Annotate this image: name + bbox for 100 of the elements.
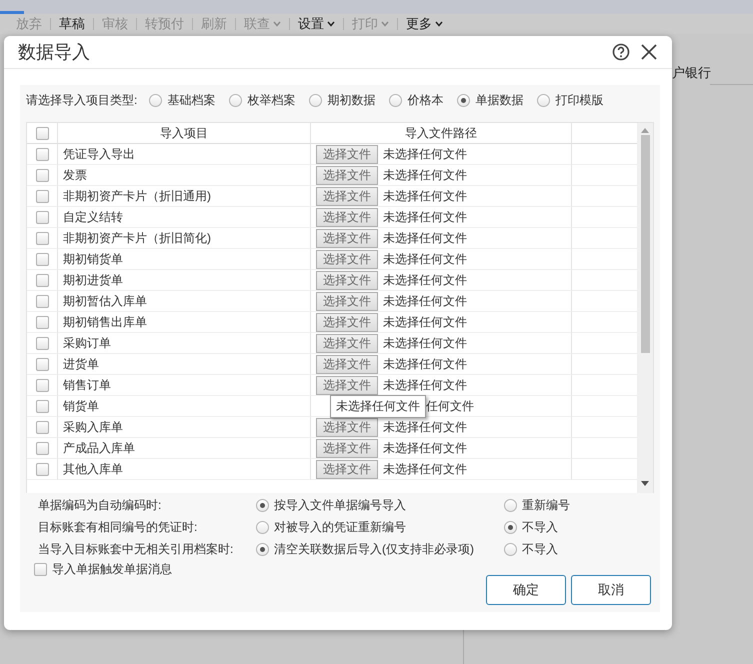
file-status: 未选择任何文件: [383, 272, 467, 288]
caret-icon: [435, 21, 443, 27]
choose-file-button[interactable]: 选择文件: [316, 376, 378, 394]
radio-button[interactable]: [504, 521, 517, 534]
choose-file-button[interactable]: 选择文件: [316, 292, 378, 310]
scroll-up-icon[interactable]: [641, 128, 649, 133]
file-status: 未选择任何文件: [383, 208, 467, 226]
file-status: 未选择任何文件: [383, 292, 467, 310]
radio-label[interactable]: 对被导入的凭证重新编号: [274, 519, 406, 536]
item-name: 采购入库单: [58, 417, 311, 438]
checkbox[interactable]: [36, 462, 48, 476]
checkbox[interactable]: [36, 442, 48, 454]
item-name: 自定义结转: [58, 207, 311, 228]
scroll-down-icon[interactable]: [641, 481, 649, 486]
file-status: 未选择任何文件: [383, 188, 467, 204]
checkbox[interactable]: [36, 316, 48, 328]
item-name: 非期初资产卡片（折旧通用): [58, 186, 311, 207]
choose-file-button[interactable]: 选择文件: [316, 460, 378, 478]
type-prompt: 请选择导入项目类型:: [26, 92, 138, 108]
item-name: 进货单: [58, 354, 311, 375]
radio-button[interactable]: [309, 94, 322, 106]
checkbox-label[interactable]: 导入单据触发单据消息: [52, 561, 172, 578]
file-status: 未选择任何文件: [383, 356, 467, 372]
item-name: 期初销售出库单: [58, 312, 311, 333]
toolbar-button[interactable]: 设置: [290, 15, 343, 33]
checkbox[interactable]: [36, 232, 48, 244]
toolbar-button[interactable]: 更多: [398, 15, 451, 33]
caret-icon: [327, 21, 335, 27]
item-name: 销售订单: [58, 375, 311, 396]
checkbox[interactable]: [36, 274, 48, 286]
item-name: 发票: [58, 165, 311, 186]
radio-label[interactable]: 打印模版: [555, 92, 604, 108]
checkbox[interactable]: [36, 358, 48, 370]
radio-button[interactable]: [504, 543, 517, 556]
choose-file-button[interactable]: 选择文件: [316, 250, 378, 268]
choose-file-button[interactable]: 选择文件: [316, 228, 378, 248]
choose-file-button[interactable]: 选择文件: [316, 166, 378, 184]
option-label: 单据编码为自动编码时:: [38, 497, 162, 514]
radio-label[interactable]: 按导入文件单据编号导入: [274, 497, 406, 514]
item-name: 期初暂估入库单: [58, 291, 311, 312]
radio-label[interactable]: 不导入: [522, 519, 558, 536]
dialog-title: 数据导入: [18, 41, 91, 64]
help-icon[interactable]: [612, 43, 630, 61]
close-icon[interactable]: [640, 43, 658, 61]
scrollbar[interactable]: [637, 123, 653, 493]
option-label: 目标账套有相同编号的凭证时:: [38, 519, 198, 536]
radio-button[interactable]: [389, 94, 402, 106]
confirm-button[interactable]: 确定: [486, 575, 566, 605]
item-name: 采购订单: [58, 333, 311, 354]
file-status: 未选择任何文件: [383, 314, 467, 330]
caret-icon: [273, 21, 281, 27]
checkbox[interactable]: [36, 168, 48, 182]
checkbox[interactable]: [36, 252, 48, 266]
radio-label[interactable]: 重新编号: [522, 497, 570, 514]
choose-file-button[interactable]: 选择文件: [316, 312, 378, 332]
file-status: 未选择任何文件: [383, 230, 467, 246]
checkbox[interactable]: [36, 210, 48, 224]
checkbox[interactable]: [36, 148, 48, 160]
cancel-button[interactable]: 取消: [571, 575, 651, 605]
radio-label[interactable]: 不导入: [522, 541, 558, 558]
checkbox[interactable]: [36, 190, 48, 202]
choose-file-button[interactable]: 选择文件: [316, 418, 378, 436]
radio-button[interactable]: [457, 94, 470, 106]
checkbox[interactable]: [36, 420, 48, 434]
choose-file-button[interactable]: 选择文件: [316, 334, 378, 352]
checkbox[interactable]: [36, 294, 48, 308]
radio-label[interactable]: 基础档案: [167, 92, 216, 108]
radio-button[interactable]: [256, 521, 269, 534]
choose-file-button[interactable]: 选择文件: [316, 186, 378, 206]
item-name: 销货单: [58, 396, 311, 417]
radio-label[interactable]: 枚举档案: [247, 92, 296, 108]
radio-button[interactable]: [229, 94, 242, 106]
toolbar-button[interactable]: 草稿: [51, 15, 93, 33]
checkbox[interactable]: [36, 126, 48, 140]
item-name: 期初进货单: [58, 270, 311, 291]
checkbox[interactable]: [36, 336, 48, 350]
file-status: 未选择任何文件: [383, 166, 467, 184]
radio-label[interactable]: 单据数据: [475, 92, 524, 108]
item-name: 其他入库单: [58, 459, 311, 480]
choose-file-button[interactable]: 选择文件: [316, 354, 378, 374]
checkbox[interactable]: [34, 563, 47, 576]
radio-label[interactable]: 价格本: [407, 92, 444, 108]
choose-file-button[interactable]: 选择文件: [316, 438, 378, 458]
radio-button[interactable]: [256, 543, 269, 556]
radio-button[interactable]: [256, 499, 269, 512]
file-status: 未选择任何文件: [383, 440, 467, 456]
radio-label[interactable]: 清空关联数据后导入(仅支持非必录项): [274, 541, 474, 558]
checkbox[interactable]: [36, 378, 48, 392]
file-status: 未选择任何文件: [383, 460, 467, 478]
checkbox[interactable]: [36, 400, 48, 412]
radio-button[interactable]: [149, 94, 162, 106]
choose-file-button[interactable]: 选择文件: [316, 144, 378, 164]
radio-button[interactable]: [537, 94, 550, 106]
tooltip: 未选择任何文件: [330, 394, 426, 418]
choose-file-button[interactable]: 选择文件: [316, 208, 378, 226]
radio-label[interactable]: 期初数据: [327, 92, 376, 108]
item-name: 凭证导入导出: [58, 144, 311, 165]
choose-file-button[interactable]: 选择文件: [316, 270, 378, 290]
radio-button[interactable]: [504, 499, 517, 512]
file-status: 未选择任何文件: [383, 146, 467, 162]
